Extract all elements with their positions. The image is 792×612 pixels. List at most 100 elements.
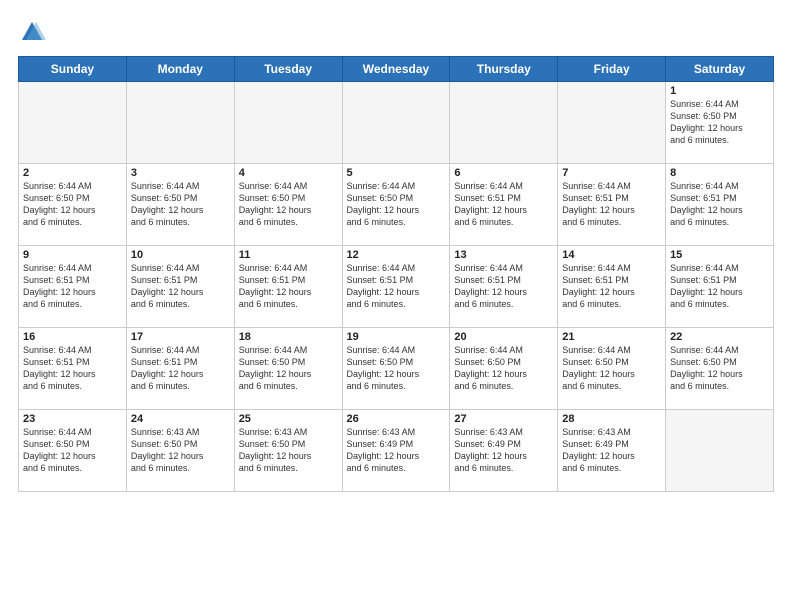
day-info: Sunrise: 6:44 AM Sunset: 6:50 PM Dayligh…	[239, 180, 338, 229]
day-info: Sunrise: 6:44 AM Sunset: 6:50 PM Dayligh…	[347, 344, 446, 393]
day-number: 21	[562, 331, 661, 343]
calendar-cell-0-3	[342, 82, 450, 164]
day-info: Sunrise: 6:44 AM Sunset: 6:50 PM Dayligh…	[131, 180, 230, 229]
calendar-cell-2-2: 11Sunrise: 6:44 AM Sunset: 6:51 PM Dayli…	[234, 246, 342, 328]
day-info: Sunrise: 6:44 AM Sunset: 6:50 PM Dayligh…	[454, 344, 553, 393]
week-row-3: 16Sunrise: 6:44 AM Sunset: 6:51 PM Dayli…	[19, 328, 774, 410]
calendar-cell-0-5	[558, 82, 666, 164]
day-number: 14	[562, 249, 661, 261]
day-number: 19	[347, 331, 446, 343]
day-number: 9	[23, 249, 122, 261]
day-number: 24	[131, 413, 230, 425]
week-row-1: 2Sunrise: 6:44 AM Sunset: 6:50 PM Daylig…	[19, 164, 774, 246]
logo	[18, 18, 50, 46]
calendar-cell-1-2: 4Sunrise: 6:44 AM Sunset: 6:50 PM Daylig…	[234, 164, 342, 246]
day-info: Sunrise: 6:44 AM Sunset: 6:51 PM Dayligh…	[670, 262, 769, 311]
weekday-header-thursday: Thursday	[450, 57, 558, 82]
calendar-table: SundayMondayTuesdayWednesdayThursdayFrid…	[18, 56, 774, 492]
calendar-cell-4-1: 24Sunrise: 6:43 AM Sunset: 6:50 PM Dayli…	[126, 410, 234, 492]
calendar-cell-4-5: 28Sunrise: 6:43 AM Sunset: 6:49 PM Dayli…	[558, 410, 666, 492]
calendar-cell-1-6: 8Sunrise: 6:44 AM Sunset: 6:51 PM Daylig…	[666, 164, 774, 246]
day-info: Sunrise: 6:44 AM Sunset: 6:51 PM Dayligh…	[562, 180, 661, 229]
day-number: 11	[239, 249, 338, 261]
calendar-cell-0-4	[450, 82, 558, 164]
day-info: Sunrise: 6:44 AM Sunset: 6:50 PM Dayligh…	[23, 180, 122, 229]
week-row-4: 23Sunrise: 6:44 AM Sunset: 6:50 PM Dayli…	[19, 410, 774, 492]
day-number: 17	[131, 331, 230, 343]
day-number: 5	[347, 167, 446, 179]
weekday-header-saturday: Saturday	[666, 57, 774, 82]
day-info: Sunrise: 6:43 AM Sunset: 6:49 PM Dayligh…	[562, 426, 661, 475]
calendar-cell-2-1: 10Sunrise: 6:44 AM Sunset: 6:51 PM Dayli…	[126, 246, 234, 328]
day-number: 16	[23, 331, 122, 343]
day-number: 27	[454, 413, 553, 425]
day-number: 1	[670, 85, 769, 97]
day-number: 25	[239, 413, 338, 425]
day-number: 8	[670, 167, 769, 179]
page: SundayMondayTuesdayWednesdayThursdayFrid…	[0, 0, 792, 612]
calendar-cell-2-0: 9Sunrise: 6:44 AM Sunset: 6:51 PM Daylig…	[19, 246, 127, 328]
calendar-cell-3-1: 17Sunrise: 6:44 AM Sunset: 6:51 PM Dayli…	[126, 328, 234, 410]
day-info: Sunrise: 6:44 AM Sunset: 6:50 PM Dayligh…	[562, 344, 661, 393]
day-info: Sunrise: 6:44 AM Sunset: 6:51 PM Dayligh…	[454, 262, 553, 311]
week-row-0: 1Sunrise: 6:44 AM Sunset: 6:50 PM Daylig…	[19, 82, 774, 164]
day-number: 10	[131, 249, 230, 261]
calendar-cell-1-4: 6Sunrise: 6:44 AM Sunset: 6:51 PM Daylig…	[450, 164, 558, 246]
day-number: 7	[562, 167, 661, 179]
day-info: Sunrise: 6:44 AM Sunset: 6:51 PM Dayligh…	[23, 262, 122, 311]
calendar-cell-1-1: 3Sunrise: 6:44 AM Sunset: 6:50 PM Daylig…	[126, 164, 234, 246]
calendar-cell-2-5: 14Sunrise: 6:44 AM Sunset: 6:51 PM Dayli…	[558, 246, 666, 328]
day-number: 15	[670, 249, 769, 261]
day-info: Sunrise: 6:44 AM Sunset: 6:51 PM Dayligh…	[131, 262, 230, 311]
day-info: Sunrise: 6:44 AM Sunset: 6:50 PM Dayligh…	[670, 98, 769, 147]
day-info: Sunrise: 6:44 AM Sunset: 6:51 PM Dayligh…	[670, 180, 769, 229]
calendar-cell-3-4: 20Sunrise: 6:44 AM Sunset: 6:50 PM Dayli…	[450, 328, 558, 410]
day-info: Sunrise: 6:43 AM Sunset: 6:49 PM Dayligh…	[454, 426, 553, 475]
weekday-header-friday: Friday	[558, 57, 666, 82]
calendar-cell-4-0: 23Sunrise: 6:44 AM Sunset: 6:50 PM Dayli…	[19, 410, 127, 492]
day-info: Sunrise: 6:43 AM Sunset: 6:50 PM Dayligh…	[131, 426, 230, 475]
calendar-cell-4-4: 27Sunrise: 6:43 AM Sunset: 6:49 PM Dayli…	[450, 410, 558, 492]
weekday-header-wednesday: Wednesday	[342, 57, 450, 82]
day-number: 18	[239, 331, 338, 343]
calendar-cell-3-6: 22Sunrise: 6:44 AM Sunset: 6:50 PM Dayli…	[666, 328, 774, 410]
day-number: 3	[131, 167, 230, 179]
calendar-cell-1-3: 5Sunrise: 6:44 AM Sunset: 6:50 PM Daylig…	[342, 164, 450, 246]
weekday-header-monday: Monday	[126, 57, 234, 82]
logo-icon	[18, 18, 46, 46]
day-info: Sunrise: 6:44 AM Sunset: 6:50 PM Dayligh…	[670, 344, 769, 393]
day-number: 4	[239, 167, 338, 179]
day-number: 12	[347, 249, 446, 261]
day-info: Sunrise: 6:44 AM Sunset: 6:51 PM Dayligh…	[239, 262, 338, 311]
day-info: Sunrise: 6:44 AM Sunset: 6:50 PM Dayligh…	[23, 426, 122, 475]
calendar-cell-0-2	[234, 82, 342, 164]
calendar-cell-4-6	[666, 410, 774, 492]
day-info: Sunrise: 6:43 AM Sunset: 6:49 PM Dayligh…	[347, 426, 446, 475]
day-info: Sunrise: 6:44 AM Sunset: 6:51 PM Dayligh…	[131, 344, 230, 393]
day-info: Sunrise: 6:44 AM Sunset: 6:50 PM Dayligh…	[239, 344, 338, 393]
calendar-cell-1-5: 7Sunrise: 6:44 AM Sunset: 6:51 PM Daylig…	[558, 164, 666, 246]
day-number: 13	[454, 249, 553, 261]
weekday-header-tuesday: Tuesday	[234, 57, 342, 82]
calendar-cell-0-0	[19, 82, 127, 164]
day-number: 22	[670, 331, 769, 343]
calendar-cell-2-6: 15Sunrise: 6:44 AM Sunset: 6:51 PM Dayli…	[666, 246, 774, 328]
day-info: Sunrise: 6:44 AM Sunset: 6:50 PM Dayligh…	[347, 180, 446, 229]
calendar-cell-3-5: 21Sunrise: 6:44 AM Sunset: 6:50 PM Dayli…	[558, 328, 666, 410]
calendar-cell-4-3: 26Sunrise: 6:43 AM Sunset: 6:49 PM Dayli…	[342, 410, 450, 492]
week-row-2: 9Sunrise: 6:44 AM Sunset: 6:51 PM Daylig…	[19, 246, 774, 328]
calendar-cell-3-0: 16Sunrise: 6:44 AM Sunset: 6:51 PM Dayli…	[19, 328, 127, 410]
day-number: 6	[454, 167, 553, 179]
day-number: 20	[454, 331, 553, 343]
calendar-cell-0-1	[126, 82, 234, 164]
calendar-cell-2-4: 13Sunrise: 6:44 AM Sunset: 6:51 PM Dayli…	[450, 246, 558, 328]
calendar-cell-0-6: 1Sunrise: 6:44 AM Sunset: 6:50 PM Daylig…	[666, 82, 774, 164]
day-info: Sunrise: 6:44 AM Sunset: 6:51 PM Dayligh…	[23, 344, 122, 393]
header	[18, 18, 774, 46]
calendar-cell-3-3: 19Sunrise: 6:44 AM Sunset: 6:50 PM Dayli…	[342, 328, 450, 410]
day-info: Sunrise: 6:43 AM Sunset: 6:50 PM Dayligh…	[239, 426, 338, 475]
calendar-cell-1-0: 2Sunrise: 6:44 AM Sunset: 6:50 PM Daylig…	[19, 164, 127, 246]
day-number: 2	[23, 167, 122, 179]
day-number: 28	[562, 413, 661, 425]
day-info: Sunrise: 6:44 AM Sunset: 6:51 PM Dayligh…	[454, 180, 553, 229]
